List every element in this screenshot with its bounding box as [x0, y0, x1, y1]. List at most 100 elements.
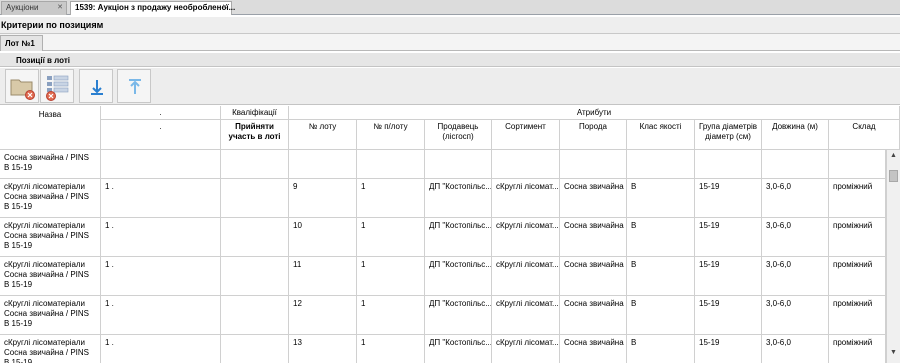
cell-seller[interactable] — [425, 150, 492, 179]
column-header-lot-no[interactable]: № лоту — [289, 120, 357, 150]
cell-warehouse[interactable] — [829, 150, 886, 179]
cell-warehouse[interactable]: проміжний — [829, 335, 886, 363]
cell-assortment[interactable]: сКруглі лісомат... — [492, 257, 560, 296]
scroll-thumb[interactable] — [889, 170, 898, 182]
cell-seller[interactable]: ДП "Костопільс... — [425, 335, 492, 363]
cell-name[interactable]: сКруглі лісоматеріали Сосна звичайна / P… — [0, 335, 101, 363]
cell-warehouse[interactable]: проміжний — [829, 179, 886, 218]
cell-species[interactable]: Сосна звичайна — [560, 296, 627, 335]
cell-lot-no[interactable]: 12 — [289, 296, 357, 335]
cell-species[interactable] — [560, 150, 627, 179]
criteria-panel-title: Критерии по позициям — [0, 17, 900, 34]
cell-diameter-group[interactable]: 15-19 — [695, 296, 762, 335]
move-up-button[interactable] — [117, 69, 151, 103]
cell-assortment[interactable]: сКруглі лісомат... — [492, 335, 560, 363]
column-header-name[interactable]: Назва — [0, 106, 101, 150]
cell-accepted[interactable] — [221, 218, 289, 257]
cell-warehouse[interactable]: проміжний — [829, 257, 886, 296]
cell-sublot-no[interactable]: 1 — [357, 218, 425, 257]
tab-lot-1[interactable]: Лот №1 — [0, 35, 43, 51]
cell-quality-class[interactable]: B — [627, 257, 695, 296]
cell-dot[interactable]: 1 . — [101, 335, 221, 363]
vertical-scrollbar[interactable]: ▲ ▼ — [886, 150, 900, 363]
cell-diameter-group[interactable] — [695, 150, 762, 179]
cell-species[interactable]: Сосна звичайна — [560, 218, 627, 257]
cell-length[interactable]: 3,0-6,0 — [762, 257, 829, 296]
close-icon[interactable]: ✕ — [222, 3, 228, 11]
cell-name[interactable]: сКруглі лісоматеріали Сосна звичайна / P… — [0, 296, 101, 335]
cell-name[interactable]: сКруглі лісоматеріали Сосна звичайна / P… — [0, 218, 101, 257]
cell-accepted[interactable] — [221, 150, 289, 179]
remove-folder-button[interactable] — [5, 69, 39, 103]
cell-sublot-no[interactable]: 1 — [357, 296, 425, 335]
column-header-dot[interactable]: . — [101, 120, 221, 150]
cell-accepted[interactable] — [221, 296, 289, 335]
cell-dot[interactable]: 1 . — [101, 257, 221, 296]
cell-lot-no[interactable] — [289, 150, 357, 179]
cell-lot-no[interactable]: 11 — [289, 257, 357, 296]
cell-seller[interactable]: ДП "Костопільс... — [425, 296, 492, 335]
tab-auctions-label: Аукціони — [6, 3, 39, 12]
move-down-button[interactable] — [79, 69, 113, 103]
close-icon[interactable]: ✕ — [57, 3, 63, 11]
cell-quality-class[interactable]: B — [627, 296, 695, 335]
cell-dot[interactable]: 1 . — [101, 296, 221, 335]
cell-length[interactable] — [762, 150, 829, 179]
cell-quality-class[interactable] — [627, 150, 695, 179]
cell-quality-class[interactable]: B — [627, 179, 695, 218]
cell-length[interactable]: 3,0-6,0 — [762, 296, 829, 335]
cell-quality-class[interactable]: B — [627, 218, 695, 257]
cell-species[interactable]: Сосна звичайна — [560, 179, 627, 218]
remove-list-button[interactable] — [40, 69, 74, 103]
column-header-diameter-group[interactable]: Група діаметрів діаметр (см) — [695, 120, 762, 150]
cell-sublot-no[interactable] — [357, 150, 425, 179]
column-header-length[interactable]: Довжина (м) — [762, 120, 829, 150]
cell-seller[interactable]: ДП "Костопільс... — [425, 257, 492, 296]
cell-name[interactable]: сКруглі лісоматеріали Сосна звичайна / P… — [0, 257, 101, 296]
scroll-up-icon[interactable]: ▲ — [890, 152, 897, 159]
cell-assortment[interactable]: сКруглі лісомат... — [492, 296, 560, 335]
column-header-sublot-no[interactable]: № п/лоту — [357, 120, 425, 150]
cell-warehouse[interactable]: проміжний — [829, 296, 886, 335]
cell-lot-no[interactable]: 10 — [289, 218, 357, 257]
cell-assortment[interactable]: сКруглі лісомат... — [492, 218, 560, 257]
column-header-warehouse[interactable]: Склад — [829, 120, 900, 150]
tab-auction-1539[interactable]: 1539: Аукціон з продажу необробленої... ✕ — [70, 1, 235, 15]
cell-assortment[interactable] — [492, 150, 560, 179]
column-header-accepted[interactable]: Прийняти участь в лоті — [221, 120, 289, 150]
cell-length[interactable]: 3,0-6,0 — [762, 179, 829, 218]
cell-accepted[interactable] — [221, 179, 289, 218]
cell-lot-no[interactable]: 9 — [289, 179, 357, 218]
tab-auctions[interactable]: Аукціони ✕ — [1, 1, 67, 15]
cell-warehouse[interactable]: проміжний — [829, 218, 886, 257]
cell-lot-no[interactable]: 13 — [289, 335, 357, 363]
column-header-seller[interactable]: Продавець (лісгосп) — [425, 120, 492, 150]
cell-accepted[interactable] — [221, 257, 289, 296]
cell-sublot-no[interactable]: 1 — [357, 257, 425, 296]
cell-species[interactable]: Сосна звичайна — [560, 257, 627, 296]
cell-name[interactable]: Сосна звичайна / PINS B 15-19 — [0, 150, 101, 179]
cell-dot[interactable] — [101, 150, 221, 179]
cell-diameter-group[interactable]: 15-19 — [695, 257, 762, 296]
cell-seller[interactable]: ДП "Костопільс... — [425, 218, 492, 257]
column-header-species[interactable]: Порода — [560, 120, 627, 150]
scroll-down-icon[interactable]: ▼ — [890, 349, 897, 356]
cell-length[interactable]: 3,0-6,0 — [762, 218, 829, 257]
cell-diameter-group[interactable]: 15-19 — [695, 179, 762, 218]
column-header-quality-class[interactable]: Клас якості — [627, 120, 695, 150]
cell-seller[interactable]: ДП "Костопільс... — [425, 179, 492, 218]
cell-assortment[interactable]: сКруглі лісомат... — [492, 179, 560, 218]
cell-sublot-no[interactable]: 1 — [357, 335, 425, 363]
cell-quality-class[interactable]: B — [627, 335, 695, 363]
move-up-icon — [129, 79, 141, 94]
cell-dot[interactable]: 1 . — [101, 179, 221, 218]
cell-species[interactable]: Сосна звичайна — [560, 335, 627, 363]
cell-name[interactable]: сКруглі лісоматеріали Сосна звичайна / P… — [0, 179, 101, 218]
cell-sublot-no[interactable]: 1 — [357, 179, 425, 218]
cell-accepted[interactable] — [221, 335, 289, 363]
cell-length[interactable]: 3,0-6,0 — [762, 335, 829, 363]
cell-diameter-group[interactable]: 15-19 — [695, 218, 762, 257]
cell-dot[interactable]: 1 . — [101, 218, 221, 257]
cell-diameter-group[interactable]: 15-19 — [695, 335, 762, 363]
column-header-assortment[interactable]: Сортимент — [492, 120, 560, 150]
